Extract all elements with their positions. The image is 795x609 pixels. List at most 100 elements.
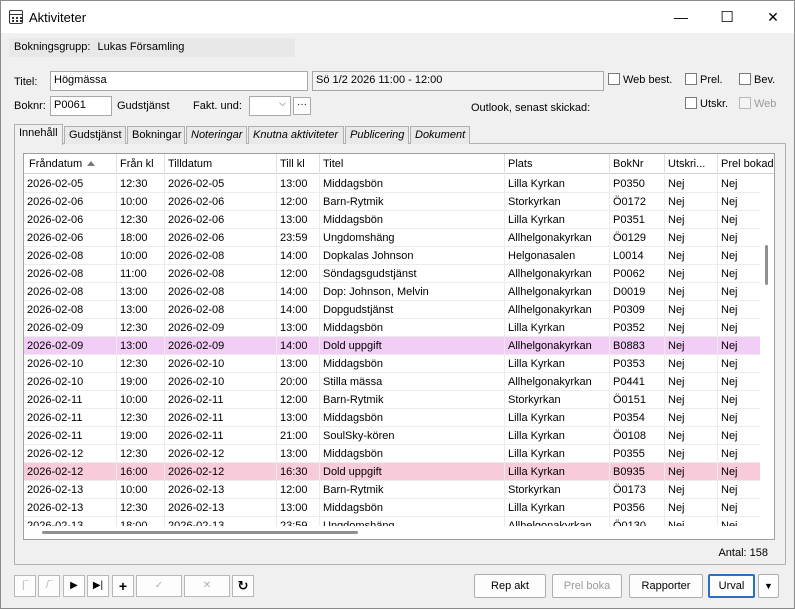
prel-checkbox[interactable] — [685, 73, 697, 85]
col-frandatum-cell: 2026-02-12 — [24, 463, 117, 481]
col-plats-cell: Lilla Kyrkan — [505, 211, 610, 229]
tab-publicering[interactable]: Publicering — [345, 126, 409, 144]
col-fran-kl-header[interactable]: Från kl — [117, 154, 165, 174]
col-tilldatum-cell: 2026-02-08 — [165, 265, 277, 283]
table-row[interactable]: 2026-02-06 12:30 2026-02-06 13:00 Middagsbön… — [24, 211, 762, 229]
table-row[interactable]: 2026-02-06 18:00 2026-02-06 23:59 Ungdomshän… — [24, 229, 762, 247]
col-fran-kl-cell: 13:00 — [117, 283, 165, 301]
grid-header: Fråndatum Från kl Tilldatum Till kl Titel Pla… — [24, 154, 774, 174]
table-row[interactable]: 2026-02-05 12:30 2026-02-05 13:00 Middagsbön… — [24, 175, 762, 193]
col-till-kl-cell: 13:00 — [277, 319, 320, 337]
col-fran-kl-cell: 10:00 — [117, 193, 165, 211]
tab-gudstjanst[interactable]: Gudstjänst — [64, 126, 126, 144]
column-header-label: Prel bokad — [721, 158, 774, 170]
rapporter-button[interactable]: Rapporter — [629, 574, 703, 598]
tab-bokningar[interactable]: Bokningar — [127, 126, 185, 144]
prel-boka-button[interactable]: Prel boka — [552, 574, 622, 598]
col-frandatum-cell: 2026-02-06 — [24, 211, 117, 229]
col-fran-kl-cell: 13:00 — [117, 301, 165, 319]
col-till-kl-header[interactable]: Till kl — [277, 154, 320, 174]
first-record-button[interactable]: |‾ — [14, 575, 36, 597]
col-titel-cell: Ungdomshäng — [320, 229, 505, 247]
col-tilldatum-cell: 2026-02-12 — [165, 463, 277, 481]
col-tilldatum-cell: 2026-02-09 — [165, 319, 277, 337]
urval-dropdown-button[interactable]: ▼ — [758, 574, 779, 598]
table-row[interactable]: 2026-02-11 19:00 2026-02-11 21:00 SoulSky-kö… — [24, 427, 762, 445]
next-record-button[interactable]: ▶ — [63, 575, 85, 597]
add-record-button[interactable]: + — [112, 575, 134, 597]
refresh-button[interactable]: ↻ — [232, 575, 254, 597]
horizontal-scroll-thumb[interactable] — [42, 531, 358, 534]
col-boknr-cell: P0351 — [610, 211, 665, 229]
table-row[interactable]: 2026-02-08 13:00 2026-02-08 14:00 Dopgudstjä… — [24, 301, 762, 319]
col-prel-bokad-header[interactable]: Prel bokad — [718, 154, 774, 174]
col-till-kl-cell: 21:00 — [277, 427, 320, 445]
table-row[interactable]: 2026-02-09 13:00 2026-02-09 14:00 Dold uppgi… — [24, 337, 762, 355]
rep-akt-button[interactable]: Rep akt — [474, 574, 546, 598]
col-titel-cell: Middagsbön — [320, 319, 505, 337]
column-header-label: Från kl — [120, 158, 154, 170]
tab-noteringar[interactable]: Noteringar — [186, 126, 247, 144]
col-fran-kl-cell: 12:30 — [117, 355, 165, 373]
col-plats-header[interactable]: Plats — [505, 154, 610, 174]
col-boknr-cell: Ö0129 — [610, 229, 665, 247]
tab-innehall[interactable]: Innehåll — [14, 124, 63, 145]
more-button[interactable]: ··· — [293, 97, 311, 115]
horizontal-scrollbar[interactable] — [24, 526, 774, 539]
web-best-checkbox[interactable] — [608, 73, 620, 85]
fakt-select[interactable]: ⌵ — [249, 96, 291, 116]
maximize-button[interactable]: ☐ — [704, 1, 750, 33]
col-boknr-cell: P0352 — [610, 319, 665, 337]
col-titel-cell: Stilla mässa — [320, 373, 505, 391]
save-record-button[interactable]: ✓ — [136, 575, 182, 597]
col-boknr-header[interactable]: BokNr — [610, 154, 665, 174]
table-row[interactable]: 2026-02-08 11:00 2026-02-08 12:00 Söndagsgud… — [24, 265, 762, 283]
table-row[interactable]: 2026-02-08 13:00 2026-02-08 14:00 Dop: Johns… — [24, 283, 762, 301]
col-plats-cell: Lilla Kyrkan — [505, 499, 610, 517]
minimize-button[interactable]: — — [658, 1, 704, 33]
utskr-checkbox[interactable] — [685, 97, 697, 109]
table-row[interactable]: 2026-02-08 10:00 2026-02-08 14:00 Dopkalas J… — [24, 247, 762, 265]
vertical-scroll-thumb[interactable] — [765, 245, 768, 285]
title-input[interactable]: Högmässa — [50, 71, 308, 91]
col-titel-cell: Middagsbön — [320, 211, 505, 229]
col-titel-cell: Middagsbön — [320, 445, 505, 463]
table-row[interactable]: 2026-02-12 16:00 2026-02-12 16:30 Dold uppgi… — [24, 463, 762, 481]
col-tilldatum-header[interactable]: Tilldatum — [165, 154, 277, 174]
table-row[interactable]: 2026-02-13 12:30 2026-02-13 13:00 Middagsbön… — [24, 499, 762, 517]
table-row[interactable]: 2026-02-11 12:30 2026-02-11 13:00 Middagsbön… — [24, 409, 762, 427]
table-row[interactable]: 2026-02-10 19:00 2026-02-10 20:00 Stilla mäs… — [24, 373, 762, 391]
table-row[interactable]: 2026-02-06 10:00 2026-02-06 12:00 Barn-Rytmi… — [24, 193, 762, 211]
col-titel-header[interactable]: Titel — [320, 154, 505, 174]
col-frandatum-header[interactable]: Fråndatum — [24, 154, 117, 174]
table-row[interactable]: 2026-02-13 10:00 2026-02-13 12:00 Barn-Rytmi… — [24, 481, 762, 499]
table-row[interactable]: 2026-02-09 12:30 2026-02-09 13:00 Middagsbön… — [24, 319, 762, 337]
previous-record-button[interactable]: /‾ — [38, 575, 60, 597]
col-prel-bokad-cell: Nej — [718, 391, 762, 409]
col-prel-bokad-cell: Nej — [718, 337, 762, 355]
col-utskriven-cell: Nej — [665, 355, 718, 373]
table-row[interactable]: 2026-02-12 12:30 2026-02-12 13:00 Middagsbön… — [24, 445, 762, 463]
bev-label: Bev. — [754, 74, 776, 86]
col-frandatum-cell: 2026-02-06 — [24, 193, 117, 211]
table-row[interactable]: 2026-02-10 12:30 2026-02-10 13:00 Middagsbön… — [24, 355, 762, 373]
bev-checkbox[interactable] — [739, 73, 751, 85]
col-plats-cell: Helgonasalen — [505, 247, 610, 265]
col-plats-cell: Storkyrkan — [505, 193, 610, 211]
last-record-button[interactable]: ▶| — [87, 575, 109, 597]
col-tilldatum-cell: 2026-02-08 — [165, 301, 277, 319]
cancel-record-button[interactable]: ✕ — [184, 575, 230, 597]
table-row[interactable]: 2026-02-11 10:00 2026-02-11 12:00 Barn-Rytmi… — [24, 391, 762, 409]
col-frandatum-cell: 2026-02-08 — [24, 265, 117, 283]
bokn-input[interactable]: P0061 — [50, 96, 112, 116]
vertical-scrollbar[interactable] — [760, 175, 774, 527]
tab-knutna-aktiviteter[interactable]: Knutna aktiviteter — [248, 126, 344, 144]
col-till-kl-cell: 14:00 — [277, 301, 320, 319]
col-utskriven-header[interactable]: Utskri... — [665, 154, 718, 174]
col-frandatum-cell: 2026-02-13 — [24, 481, 117, 499]
col-utskriven-cell: Nej — [665, 319, 718, 337]
close-button[interactable]: ✕ — [750, 1, 795, 33]
col-prel-bokad-cell: Nej — [718, 481, 762, 499]
urval-button[interactable]: Urval — [708, 574, 755, 598]
tab-dokument[interactable]: Dokument — [410, 126, 470, 144]
